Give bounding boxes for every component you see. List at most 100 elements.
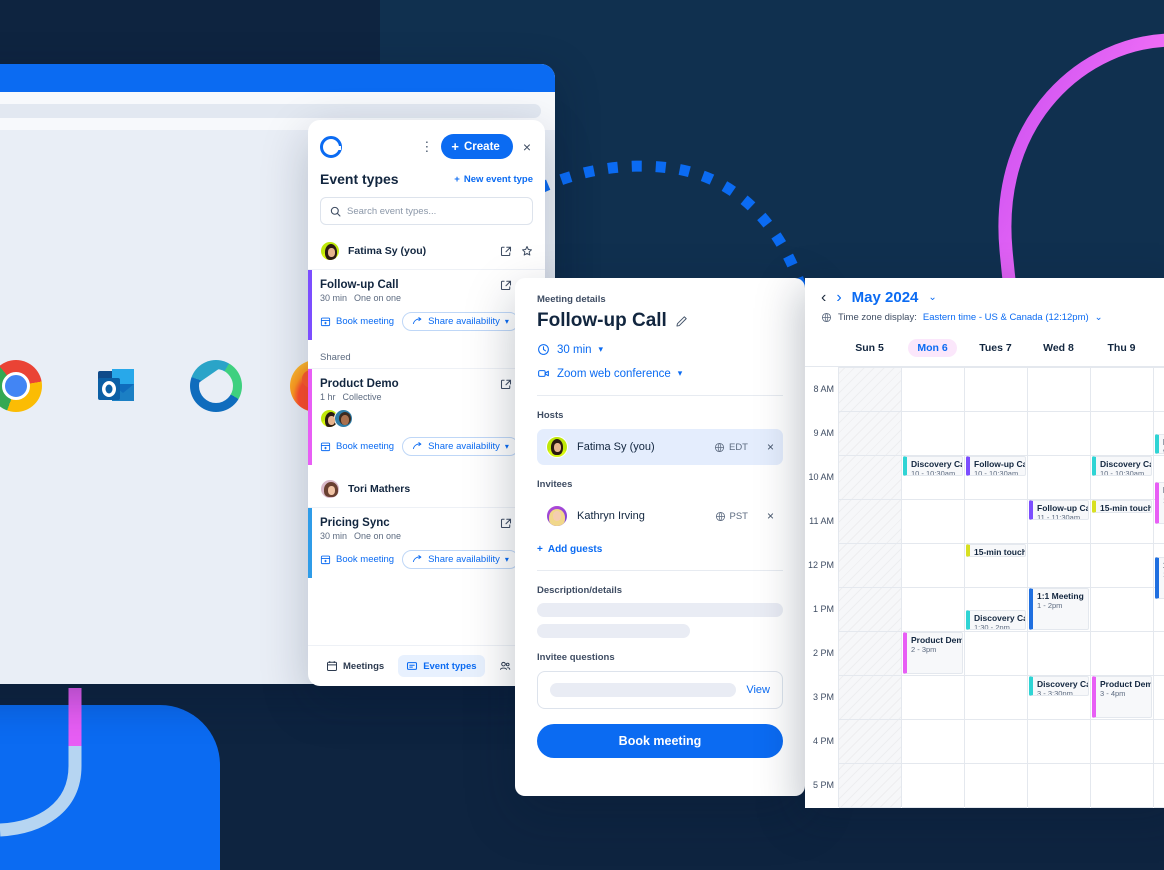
month-chevron-down-icon[interactable]: ⌄ <box>928 292 936 303</box>
hour-gridline <box>1091 719 1153 720</box>
video-camera-icon <box>538 370 549 377</box>
duration-selector[interactable]: 30 min ▾ <box>537 343 783 356</box>
day-header-label: Wed 8 <box>1043 342 1074 354</box>
day-header-partial[interactable] <box>1153 333 1164 366</box>
tab-meetings[interactable]: Meetings <box>318 655 392 677</box>
calendar-event[interactable]: 15-min touch b <box>1092 499 1152 513</box>
calendar-grid: 8 AM 9 AM 10 AM 11 AM 12 PM 1 PM 2 PM 3 PM 4 PM 5… <box>805 367 1164 808</box>
share-icon <box>413 442 422 450</box>
day-column-1[interactable] <box>838 367 901 808</box>
external-link-icon[interactable] <box>500 378 512 390</box>
invitee-row-kathryn[interactable]: Kathryn Irving PST × <box>537 498 783 534</box>
book-meeting-button[interactable]: Book meeting <box>320 441 394 452</box>
tab-event-types[interactable]: Event types <box>398 655 485 677</box>
external-link-icon[interactable] <box>500 279 512 291</box>
share-availability-button[interactable]: Share availability ▾ <box>402 550 519 569</box>
calendar-event[interactable]: Di9 - <box>1155 433 1164 454</box>
star-icon[interactable] <box>521 245 533 257</box>
new-event-type-button[interactable]: + New event type <box>454 174 533 185</box>
calendar-event-time: 10 - 10:30am <box>911 469 956 476</box>
browser-titlebar <box>0 64 555 92</box>
hour-label: 10 AM <box>808 472 834 482</box>
search-input[interactable]: Search event types... <box>320 197 533 225</box>
book-meeting-label: Book meeting <box>336 441 395 452</box>
hour-gridline <box>902 763 964 764</box>
timezone-value[interactable]: Eastern time - US & Canada (12:12pm) <box>923 312 1089 323</box>
add-guests-button[interactable]: + Add guests <box>537 544 783 555</box>
meeting-details-eyebrow: Meeting details <box>537 294 606 305</box>
calendar-event[interactable]: Product Demo3 - 4pm <box>1092 675 1152 718</box>
day-header-tues[interactable]: Tues 7 <box>964 333 1027 366</box>
day-column-4[interactable]: Follow-up Call11 - 11:30am 1:1 Meeting1 -… <box>1027 367 1090 808</box>
calendar-plus-icon <box>320 442 331 452</box>
calendar-event[interactable]: Discovery Call10 - 10:30am <box>1092 455 1152 476</box>
hour-gridline <box>1154 719 1164 720</box>
contacts-icon <box>499 661 510 670</box>
hour-label: 9 AM <box>813 428 834 438</box>
remove-invitee-icon[interactable]: × <box>767 509 774 523</box>
calendar-event[interactable]: Discovery Call3 - 3:30pm <box>1029 675 1089 696</box>
event-type-card-follow-up-call[interactable]: Follow-up Call 30 min One on one Book me… <box>308 269 545 340</box>
avatar <box>320 479 340 499</box>
event-type-card-product-demo[interactable]: Product Demo 1 hr Collective Book meetin… <box>308 368 545 465</box>
external-link-icon[interactable] <box>500 517 512 529</box>
host-name: Fatima Sy (you) <box>577 441 655 453</box>
calendar-event[interactable]: Follow-up Call10 - 10:30am <box>966 455 1026 476</box>
calendar-event-time: 10 - 10:30am <box>974 469 1019 476</box>
host-row-fatima[interactable]: Fatima Sy (you) EDT × <box>537 429 783 465</box>
calendar-event[interactable]: 1:112 <box>1155 556 1164 599</box>
hour-gridline <box>1154 455 1164 456</box>
kebab-menu-icon[interactable]: ⋮ <box>420 140 433 153</box>
hour-gridline <box>1091 587 1153 588</box>
day-header-mon[interactable]: Mon 6 <box>901 333 964 366</box>
day-header-wed[interactable]: Wed 8 <box>1027 333 1090 366</box>
share-availability-label: Share availability <box>428 316 500 327</box>
bottom-nav: Meetings Event types Cont <box>308 645 545 686</box>
pencil-icon[interactable] <box>675 315 688 328</box>
calendar-plus-icon <box>320 555 331 565</box>
share-availability-button[interactable]: Share availability ▾ <box>402 437 519 456</box>
location-selector[interactable]: Zoom web conference ▾ <box>537 367 783 380</box>
prev-month-button[interactable]: ‹ <box>821 289 826 306</box>
meeting-details-panel: Meeting details Follow-up Call 30 min ▾ … <box>515 278 805 796</box>
timezone-chevron-down-icon[interactable]: ⌄ <box>1095 312 1103 323</box>
hour-gridline <box>902 499 964 500</box>
duration-value: 30 min <box>557 343 592 356</box>
hour-gridline <box>965 763 1027 764</box>
hour-gridline <box>1028 807 1090 808</box>
calendar-event-time: 1 - 2pm <box>1037 601 1063 611</box>
calendar-event[interactable]: Discovery Call10 - 10:30am <box>903 455 963 476</box>
event-type-meta: 30 min One on one <box>320 293 401 303</box>
hour-gridline <box>839 587 901 588</box>
calendar-event[interactable]: Product Demo2 - 3pm <box>903 631 963 674</box>
calendar-event[interactable]: Pr10 <box>1155 481 1164 524</box>
external-link-icon[interactable] <box>500 245 512 257</box>
hour-gridline <box>1154 763 1164 764</box>
calendar-event[interactable]: 1:1 Meeting 1 - 2pm <box>1029 587 1089 630</box>
day-column-5[interactable]: Discovery Call10 - 10:30am 15-min touch b… <box>1090 367 1153 808</box>
share-availability-button[interactable]: Share availability ▾ <box>402 312 519 331</box>
book-meeting-button[interactable]: Book meeting <box>320 316 394 327</box>
calendar-event[interactable]: Discovery Call1:30 - 2pm <box>966 609 1026 630</box>
book-meeting-button[interactable]: Book meeting <box>537 724 783 758</box>
event-type-card-pricing-sync[interactable]: Pricing Sync 30 min One on one Book meet… <box>308 507 545 578</box>
book-meeting-button[interactable]: Book meeting <box>320 554 394 565</box>
description-placeholder-line <box>537 624 690 638</box>
invitee-name: Kathryn Irving <box>577 510 645 522</box>
event-types-title-row: Event types + New event type <box>308 167 545 197</box>
hour-gridline <box>902 411 964 412</box>
close-icon[interactable]: × <box>521 139 533 155</box>
remove-host-icon[interactable]: × <box>767 440 774 454</box>
create-button[interactable]: + Create <box>441 134 513 159</box>
day-header-sun[interactable]: Sun 5 <box>838 333 901 366</box>
day-header-thu[interactable]: Thu 9 <box>1090 333 1153 366</box>
event-kind: Collective <box>342 392 382 402</box>
day-column-2[interactable]: Discovery Call10 - 10:30am Product Demo2 … <box>901 367 964 808</box>
view-questions-button[interactable]: View <box>746 684 770 696</box>
calendar-event[interactable]: Follow-up Call11 - 11:30am <box>1029 499 1089 520</box>
next-month-button[interactable]: › <box>836 289 841 306</box>
avatar <box>334 409 353 428</box>
calendar-event[interactable]: 15-min touch b <box>966 543 1026 557</box>
day-column-3[interactable]: Follow-up Call10 - 10:30am 15-min touch b… <box>964 367 1027 808</box>
day-column-6[interactable]: Di9 - Pr10 1:112 <box>1153 367 1164 808</box>
